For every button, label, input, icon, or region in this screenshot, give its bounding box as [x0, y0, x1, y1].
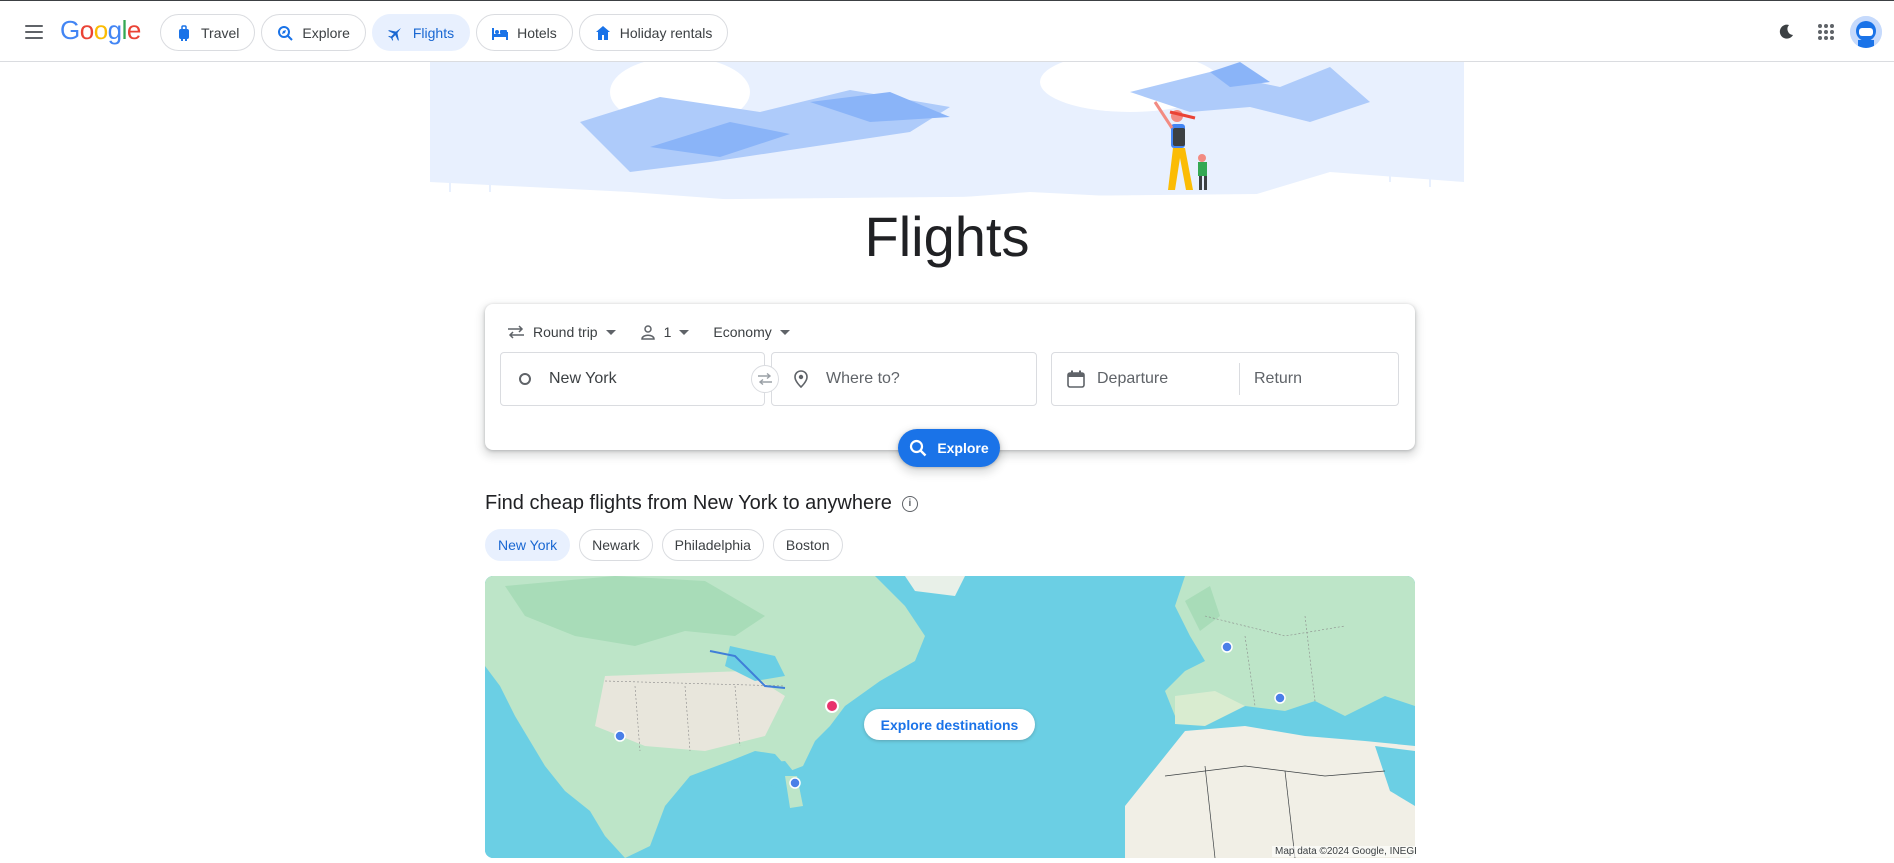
bed-icon: [491, 24, 509, 42]
logo-letter: G: [60, 15, 80, 45]
origin-input[interactable]: New York: [500, 352, 765, 406]
calendar-icon: [1067, 370, 1085, 388]
logo-letter: g: [107, 15, 122, 45]
suitcase-icon: [175, 24, 193, 42]
destination-pin[interactable]: [614, 730, 626, 742]
origin-city-chips: New York Newark Philadelphia Boston: [485, 529, 843, 561]
location-pin-icon: [794, 370, 808, 388]
main-menu-button[interactable]: [18, 18, 50, 46]
search-options-row: Round trip 1 Economy: [497, 314, 800, 350]
cabin-class-select[interactable]: Economy: [703, 314, 799, 350]
passengers-value: 1: [663, 324, 672, 340]
tab-holiday-rentals[interactable]: Holiday rentals: [578, 14, 729, 51]
google-logo[interactable]: Google: [60, 15, 141, 46]
chevron-down-icon: [779, 329, 790, 335]
explore-search-button[interactable]: Explore: [898, 429, 1000, 467]
dark-mode-toggle[interactable]: [1766, 12, 1806, 52]
map-attribution: Map data ©2024 Google, INEGI: [1272, 846, 1420, 857]
hero-illustration: [430, 62, 1464, 212]
tab-flights[interactable]: Flights: [371, 14, 471, 51]
tab-label: Explore: [302, 24, 350, 41]
menu-icon-line: [25, 31, 43, 33]
swap-arrows-icon: [758, 373, 772, 385]
explore-button-label: Explore: [937, 440, 989, 456]
chip-label: Philadelphia: [674, 537, 751, 553]
explore-destinations-button[interactable]: Explore destinations: [864, 709, 1035, 740]
tab-travel[interactable]: Travel: [160, 14, 256, 51]
return-date-field[interactable]: Return: [1240, 353, 1302, 405]
chip-philadelphia[interactable]: Philadelphia: [661, 529, 764, 561]
chip-label: Newark: [592, 537, 640, 553]
top-app-bar: Google Travel Explore Flights Hotels Hol…: [0, 0, 1894, 62]
moon-icon: [1779, 24, 1793, 39]
mountain-illustration: [430, 62, 1464, 212]
return-placeholder: Return: [1254, 370, 1303, 387]
swap-origin-destination-button[interactable]: [751, 365, 779, 393]
logo-letter: o: [79, 15, 94, 45]
chip-label: New York: [498, 537, 558, 553]
info-icon[interactable]: i: [901, 495, 918, 512]
chevron-down-icon: [679, 329, 690, 335]
account-avatar[interactable]: [1850, 16, 1882, 48]
origin-circle-icon: [519, 373, 531, 385]
chip-label: Boston: [785, 537, 830, 553]
search-icon: [910, 439, 927, 457]
date-range-input: Departure Return: [1051, 352, 1399, 406]
page-title: Flights: [864, 205, 1030, 268]
tab-label: Travel: [201, 24, 240, 41]
explore-destinations-label: Explore destinations: [880, 716, 1019, 733]
destination-placeholder: Where to?: [826, 370, 900, 387]
destination-input[interactable]: Where to?: [771, 352, 1037, 406]
chip-new-york[interactable]: New York: [485, 529, 571, 561]
account-area: [1766, 1, 1894, 63]
origin-value: New York: [549, 370, 617, 387]
destination-pin[interactable]: [1221, 641, 1233, 653]
chip-newark[interactable]: Newark: [579, 529, 653, 561]
apps-grid-icon: [1818, 24, 1834, 40]
menu-icon-line: [25, 25, 43, 27]
logo-letter: o: [93, 15, 108, 45]
cheap-flights-title: Find cheap flights from New York to anyw…: [485, 492, 892, 514]
departure-date-field[interactable]: Departure: [1052, 363, 1240, 395]
chip-boston[interactable]: Boston: [772, 529, 843, 561]
origin-pin-new-york[interactable]: [825, 699, 839, 713]
departure-placeholder: Departure: [1097, 370, 1169, 387]
person-icon: [640, 325, 655, 340]
tab-label: Holiday rentals: [619, 24, 713, 41]
cheap-flights-heading: Find cheap flights from New York to anyw…: [485, 492, 918, 515]
tab-hotels[interactable]: Hotels: [476, 14, 573, 51]
passengers-select[interactable]: 1: [630, 314, 700, 350]
trip-type-value: Round trip: [533, 324, 598, 340]
menu-icon-line: [25, 37, 43, 39]
trip-type-select[interactable]: Round trip: [497, 314, 626, 350]
tab-label: Hotels: [517, 24, 557, 41]
house-icon: [594, 24, 612, 42]
cabin-class-value: Economy: [713, 324, 772, 340]
explore-icon: [276, 24, 294, 42]
chevron-down-icon: [605, 329, 616, 335]
logo-letter: e: [126, 15, 141, 45]
tab-label: Flights: [412, 24, 455, 41]
product-tabs: Travel Explore Flights Hotels Holiday re…: [160, 14, 729, 51]
round-trip-arrows-icon: [508, 325, 524, 339]
google-apps-button[interactable]: [1806, 12, 1846, 52]
tab-explore[interactable]: Explore: [261, 14, 366, 51]
avatar-image: [1850, 16, 1882, 48]
destination-pin[interactable]: [1274, 692, 1286, 704]
destination-pin[interactable]: [789, 777, 801, 789]
airplane-icon: [387, 24, 405, 42]
